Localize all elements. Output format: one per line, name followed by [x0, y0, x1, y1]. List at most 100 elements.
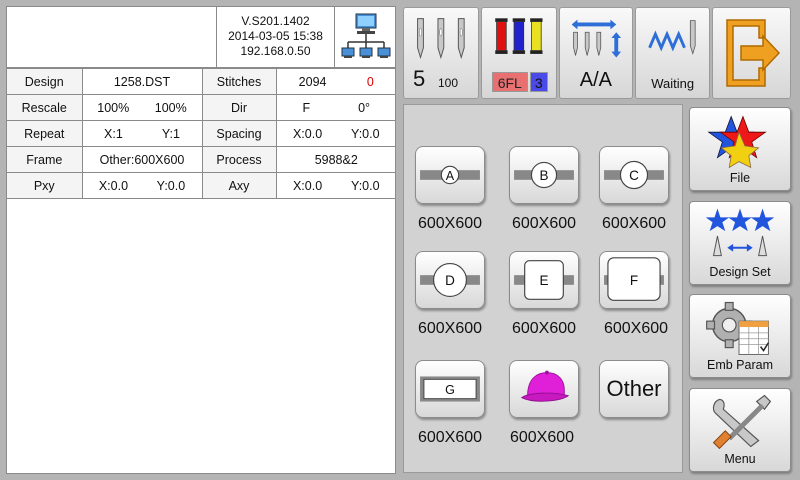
- color-code-badge: 6FL: [491, 72, 528, 92]
- frame-square-icon: F: [604, 257, 664, 301]
- frame-a-size: 600X600: [417, 215, 483, 232]
- needles-icon: [417, 18, 465, 60]
- header-blank: [7, 7, 217, 68]
- design-set-label: Design Set: [709, 265, 771, 279]
- frame-e-size: 600X600: [511, 320, 577, 337]
- rescale-x: 100%: [97, 100, 130, 115]
- design-set-button[interactable]: Design Set: [689, 201, 791, 285]
- stitches-value: 2094: [298, 74, 327, 89]
- spacing-x: X:0.0: [292, 126, 323, 141]
- frame-e-letter: E: [539, 273, 548, 288]
- frame-g-size: 600X600: [417, 429, 483, 446]
- table-row: Repeat X:1 Y:1 Spacing X:0.0 Y:0.0: [7, 120, 396, 147]
- spacing-y: Y:0.0: [351, 126, 380, 141]
- exit-button[interactable]: [712, 7, 791, 99]
- frame-cap-button[interactable]: [509, 360, 579, 418]
- repeat-label: Repeat: [7, 120, 83, 147]
- machine-status-button[interactable]: Waiting: [635, 7, 710, 99]
- emb-param-label: Emb Param: [707, 358, 773, 372]
- frame-e-button[interactable]: E: [509, 251, 579, 309]
- frame-f-size: 600X600: [603, 320, 669, 337]
- file-label: File: [729, 171, 751, 185]
- color-status-button[interactable]: 6FL 3: [480, 7, 557, 99]
- process-value: 5988&2: [275, 146, 396, 173]
- machine-status-text: Waiting: [651, 76, 695, 91]
- menu-button[interactable]: Menu: [689, 388, 791, 472]
- frame-b-letter: B: [539, 168, 548, 183]
- repeat-y: Y:1: [161, 126, 180, 141]
- design-label: Design: [7, 68, 83, 95]
- stitch-zigzag-icon: [648, 20, 696, 55]
- repeat-x: X:1: [104, 126, 123, 141]
- table-row: Design 1258.DST Stitches 2094 0: [7, 68, 396, 95]
- spacing-cell: X:0.0 Y:0.0: [275, 120, 396, 147]
- frame-cap-size: 600X600: [509, 429, 575, 446]
- thread-spools-icon: [494, 18, 543, 54]
- design-value: 1258.DST: [81, 68, 203, 95]
- table-row: Frame Other:600X600 Process 5988&2: [7, 146, 396, 173]
- pxy-cell: X:0.0 Y:0.0: [81, 172, 203, 199]
- frame-move-icon: [571, 19, 621, 58]
- frame-c-size: 600X600: [601, 215, 667, 232]
- design-info-table: Design 1258.DST Stitches 2094 0 Rescale 1…: [7, 68, 396, 199]
- dir-angle: 0°: [358, 100, 371, 115]
- pxy-y: Y:0.0: [156, 178, 186, 193]
- frame-round-icon: D: [420, 263, 480, 297]
- status-bar: 5 100 6FL 3 A/A Waiting: [403, 7, 710, 99]
- frame-other-label: Other: [606, 376, 662, 401]
- frame-d-size: 600X600: [417, 320, 483, 337]
- frame-g-button[interactable]: G: [415, 360, 485, 418]
- frame-c-button[interactable]: C: [599, 146, 669, 204]
- design-info-panel: V.S201.1402 2014-03-05 15:38 192.168.0.5…: [6, 6, 396, 474]
- table-row: Pxy X:0.0 Y:0.0 Axy X:0.0 Y:0.0: [7, 172, 396, 199]
- cap-icon: [520, 370, 570, 402]
- frame-f-letter: F: [630, 273, 638, 288]
- frame-a-letter: A: [446, 169, 455, 183]
- file-button[interactable]: File: [689, 107, 791, 191]
- stitches-current: 0: [366, 74, 374, 89]
- stitches-cell: 2094 0: [275, 68, 396, 95]
- pxy-x: X:0.0: [98, 178, 129, 193]
- frame-b-size: 600X600: [511, 215, 577, 232]
- needle-number: 5: [413, 66, 426, 91]
- frame-d-letter: D: [445, 273, 455, 288]
- tools-icon: [712, 394, 772, 450]
- frame-square-icon: E: [514, 260, 574, 300]
- exit-icon: [726, 19, 781, 87]
- design-set-icon: [705, 208, 775, 257]
- file-star-icon: [707, 115, 767, 169]
- table-row: Rescale 100% 100% Dir F 0°: [7, 94, 396, 121]
- frame-f-button[interactable]: F: [599, 251, 669, 309]
- axy-cell: X:0.0 Y:0.0: [275, 172, 396, 199]
- needle-speed: 100: [438, 76, 459, 90]
- stitches-label: Stitches: [201, 68, 277, 95]
- frame-b-button[interactable]: B: [509, 146, 579, 204]
- menu-label: Menu: [724, 452, 756, 466]
- frame-mode-button[interactable]: A/A: [558, 7, 634, 99]
- frame-value: Other:600X600: [81, 146, 203, 173]
- datetime-text: 2014-03-05 15:38: [228, 29, 323, 43]
- frame-label: Frame: [7, 146, 83, 173]
- process-label: Process: [201, 146, 277, 173]
- frame-c-letter: C: [629, 168, 639, 183]
- color-index-badge: 3: [529, 72, 548, 92]
- repeat-cell: X:1 Y:1: [81, 120, 203, 147]
- ip-text: 192.168.0.50: [240, 44, 311, 58]
- emb-param-button[interactable]: Emb Param: [689, 294, 791, 378]
- frame-d-button[interactable]: D: [415, 251, 485, 309]
- rescale-label: Rescale: [7, 94, 83, 121]
- frame-other-button[interactable]: Other: [599, 360, 669, 418]
- needle-status-button[interactable]: 5 100: [403, 7, 479, 99]
- dir-cell: F 0°: [275, 94, 396, 121]
- axy-label: Axy: [201, 172, 277, 199]
- rescale-y: 100%: [154, 100, 187, 115]
- frame-g-letter: G: [445, 383, 455, 397]
- axy-x: X:0.0: [292, 178, 323, 193]
- frame-selection-panel: A 600X600 B 600X600 C 600X600 D 600X600 …: [403, 104, 683, 473]
- frame-rect-icon: G: [420, 376, 480, 402]
- pxy-label: Pxy: [7, 172, 83, 199]
- frame-round-icon: B: [514, 161, 574, 189]
- frame-mode-text: A/A: [579, 69, 612, 91]
- axy-y: Y:0.0: [351, 178, 380, 193]
- frame-a-button[interactable]: A: [415, 146, 485, 204]
